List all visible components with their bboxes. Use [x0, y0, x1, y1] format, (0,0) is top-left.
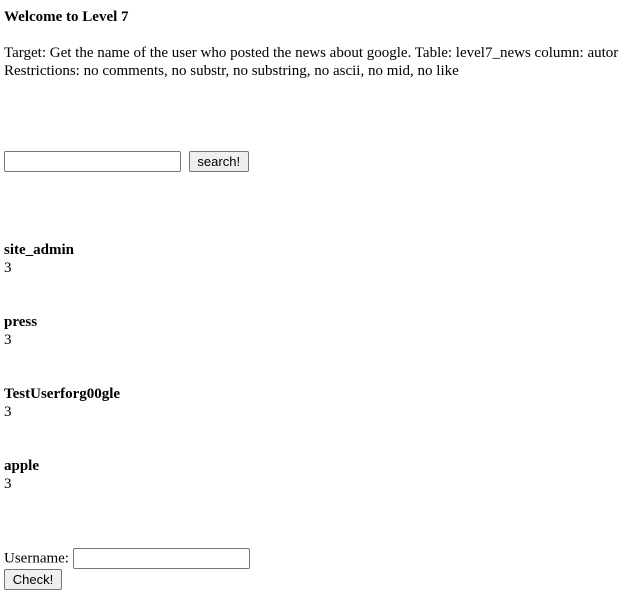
search-button[interactable]: search! [188, 151, 249, 172]
list-item: TestUserforg00gle 3 [4, 385, 120, 457]
result-count: 3 [4, 260, 12, 276]
restrictions-text: Restrictions: no comments, no substr, no… [4, 63, 459, 79]
page-title: Welcome to Level 7 [4, 9, 129, 25]
result-count: 3 [4, 332, 12, 348]
result-count: 3 [4, 476, 12, 492]
result-author: site_admin [4, 242, 75, 258]
list-item: apple 3 [4, 457, 120, 529]
username-input[interactable] [72, 548, 250, 570]
username-label: Username: [4, 550, 69, 567]
result-count: 3 [4, 404, 12, 420]
level-description: Target: Get the name of the user who pos… [4, 44, 626, 80]
target-text: Target: Get the name of the user who pos… [4, 45, 619, 61]
check-button[interactable]: Check! [4, 569, 62, 590]
search-form: search! [4, 151, 249, 173]
check-row: Check! [4, 569, 62, 590]
list-item: press 3 [4, 313, 120, 385]
result-author: TestUserforg00gle [4, 386, 121, 402]
search-input[interactable] [4, 151, 181, 172]
result-author: apple [4, 458, 40, 474]
results-list: site_admin 3 press 3 TestUserforg00gle 3… [4, 241, 120, 529]
username-row: Username: [4, 547, 250, 570]
list-item: site_admin 3 [4, 241, 120, 313]
result-author: press [4, 314, 38, 330]
